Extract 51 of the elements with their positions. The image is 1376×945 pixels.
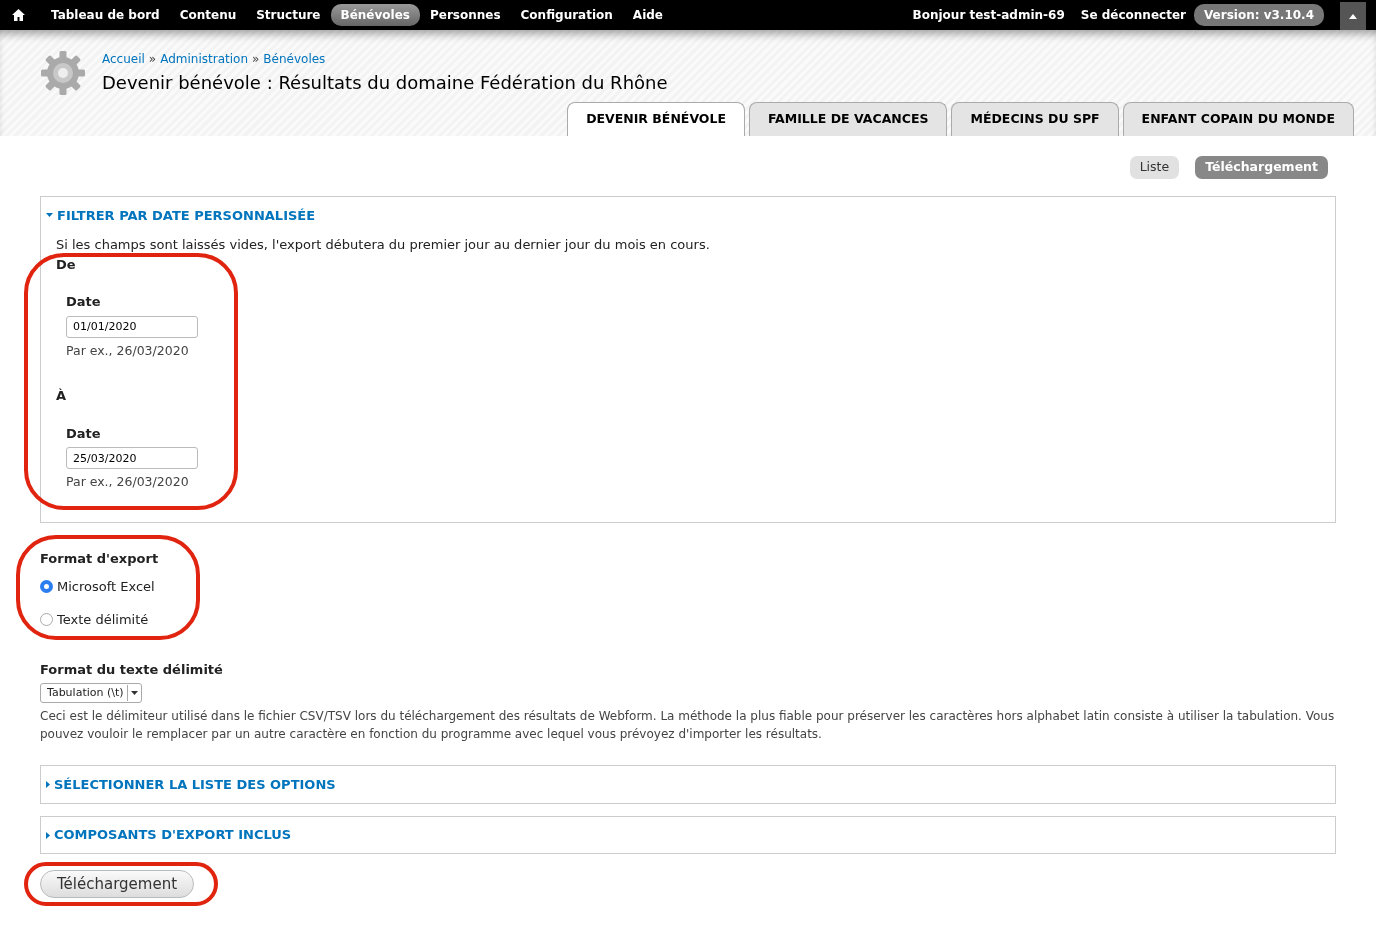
secondary-tab[interactable]: Téléchargement bbox=[1195, 156, 1328, 179]
breadcrumb-separator: » bbox=[252, 51, 260, 68]
version-badge: Version: v3.10.4 bbox=[1193, 4, 1324, 26]
field-hint: Par ex., 26/03/2020 bbox=[66, 473, 189, 492]
greeting-text: Bonjour test-admin-69 bbox=[912, 7, 1065, 24]
home-icon[interactable] bbox=[12, 9, 25, 21]
field-label: Date bbox=[66, 293, 101, 311]
menu-link[interactable]: Personnes bbox=[419, 4, 511, 26]
menu-link[interactable]: Bénévoles bbox=[330, 4, 420, 26]
field-label: Format du texte délimité bbox=[40, 660, 224, 679]
radio-button[interactable] bbox=[40, 579, 53, 593]
date-input[interactable]: 25/03/2020 bbox=[66, 447, 198, 470]
date-input[interactable]: 01/01/2020 bbox=[66, 315, 198, 338]
breadcrumb-link[interactable]: Bénévoles bbox=[263, 50, 326, 68]
delimiter-select[interactable]: Tabulation (\t) bbox=[40, 683, 142, 704]
shortcuts-toggle[interactable] bbox=[1340, 2, 1366, 30]
caret-down-icon bbox=[46, 213, 53, 218]
group-label: Format d'export bbox=[40, 550, 159, 568]
secondary-tab[interactable]: Liste bbox=[1129, 156, 1180, 179]
menu-link[interactable]: Aide bbox=[622, 4, 673, 26]
caret-down-icon bbox=[127, 685, 141, 702]
field-label: Date bbox=[66, 424, 101, 443]
menu-link[interactable]: Configuration bbox=[510, 4, 623, 26]
radio-button[interactable] bbox=[40, 613, 53, 627]
caret-right-icon bbox=[46, 781, 50, 789]
caret-up-icon bbox=[1349, 13, 1357, 19]
range-heading: À bbox=[56, 387, 68, 406]
range-heading: De bbox=[56, 255, 77, 274]
breadcrumb-link[interactable]: Administration bbox=[160, 50, 248, 68]
field-description: Ceci est le délimiteur utilisé dans le fichier CSV/TSV lors du téléchargement des résultats de Webform. La méthode la plus fiable pour préserver les caractères hors alphabet latin consiste à utiliser la tabulation. Vous pouvez vouloir le remplacer par un autre caractère en fonction du programme avec lequel vous prévoyez d'importer les résultats. bbox=[40, 708, 1336, 744]
download-button[interactable]: Téléchargement bbox=[40, 869, 195, 899]
logout-link[interactable]: Se déconnecter bbox=[1080, 6, 1186, 24]
option-label: Texte délimité bbox=[57, 611, 149, 629]
menu-link[interactable]: Tableau de bord bbox=[41, 4, 170, 26]
caret-right-icon bbox=[46, 831, 50, 839]
menu-link[interactable]: Structure bbox=[246, 4, 331, 26]
page-title: Devenir bénévole : Résultats du domaine Fédération du Rhône bbox=[102, 72, 668, 94]
page-tab[interactable]: DEVENIR BÉNÉVOLE bbox=[567, 102, 745, 136]
fieldset-legend[interactable]: COMPOSANTS D'EXPORT INCLUS bbox=[46, 825, 292, 845]
option-label: Microsoft Excel bbox=[57, 577, 155, 596]
menu-link[interactable]: Contenu bbox=[169, 4, 247, 26]
page-tab[interactable]: FAMILLE DE VACANCES bbox=[749, 102, 948, 136]
breadcrumb-separator: » bbox=[148, 51, 157, 68]
description-text: Si les champs sont laissés vides, l'export débutera du premier jour au dernier jour du mois en cours. bbox=[56, 236, 711, 254]
field-hint: Par ex., 26/03/2020 bbox=[66, 341, 189, 360]
page-tab[interactable]: ENFANT COPAIN DU MONDE bbox=[1122, 102, 1354, 136]
page-tab[interactable]: MÉDECINS DU SPF bbox=[951, 102, 1119, 136]
breadcrumb-link[interactable]: Accueil bbox=[102, 50, 145, 68]
fieldset-legend[interactable]: FILTRER PAR DATE PERSONNALISÉE bbox=[46, 205, 316, 225]
gear-icon bbox=[40, 50, 86, 96]
fieldset-legend[interactable]: SÉLECTIONNER LA LISTE DES OPTIONS bbox=[46, 775, 336, 795]
